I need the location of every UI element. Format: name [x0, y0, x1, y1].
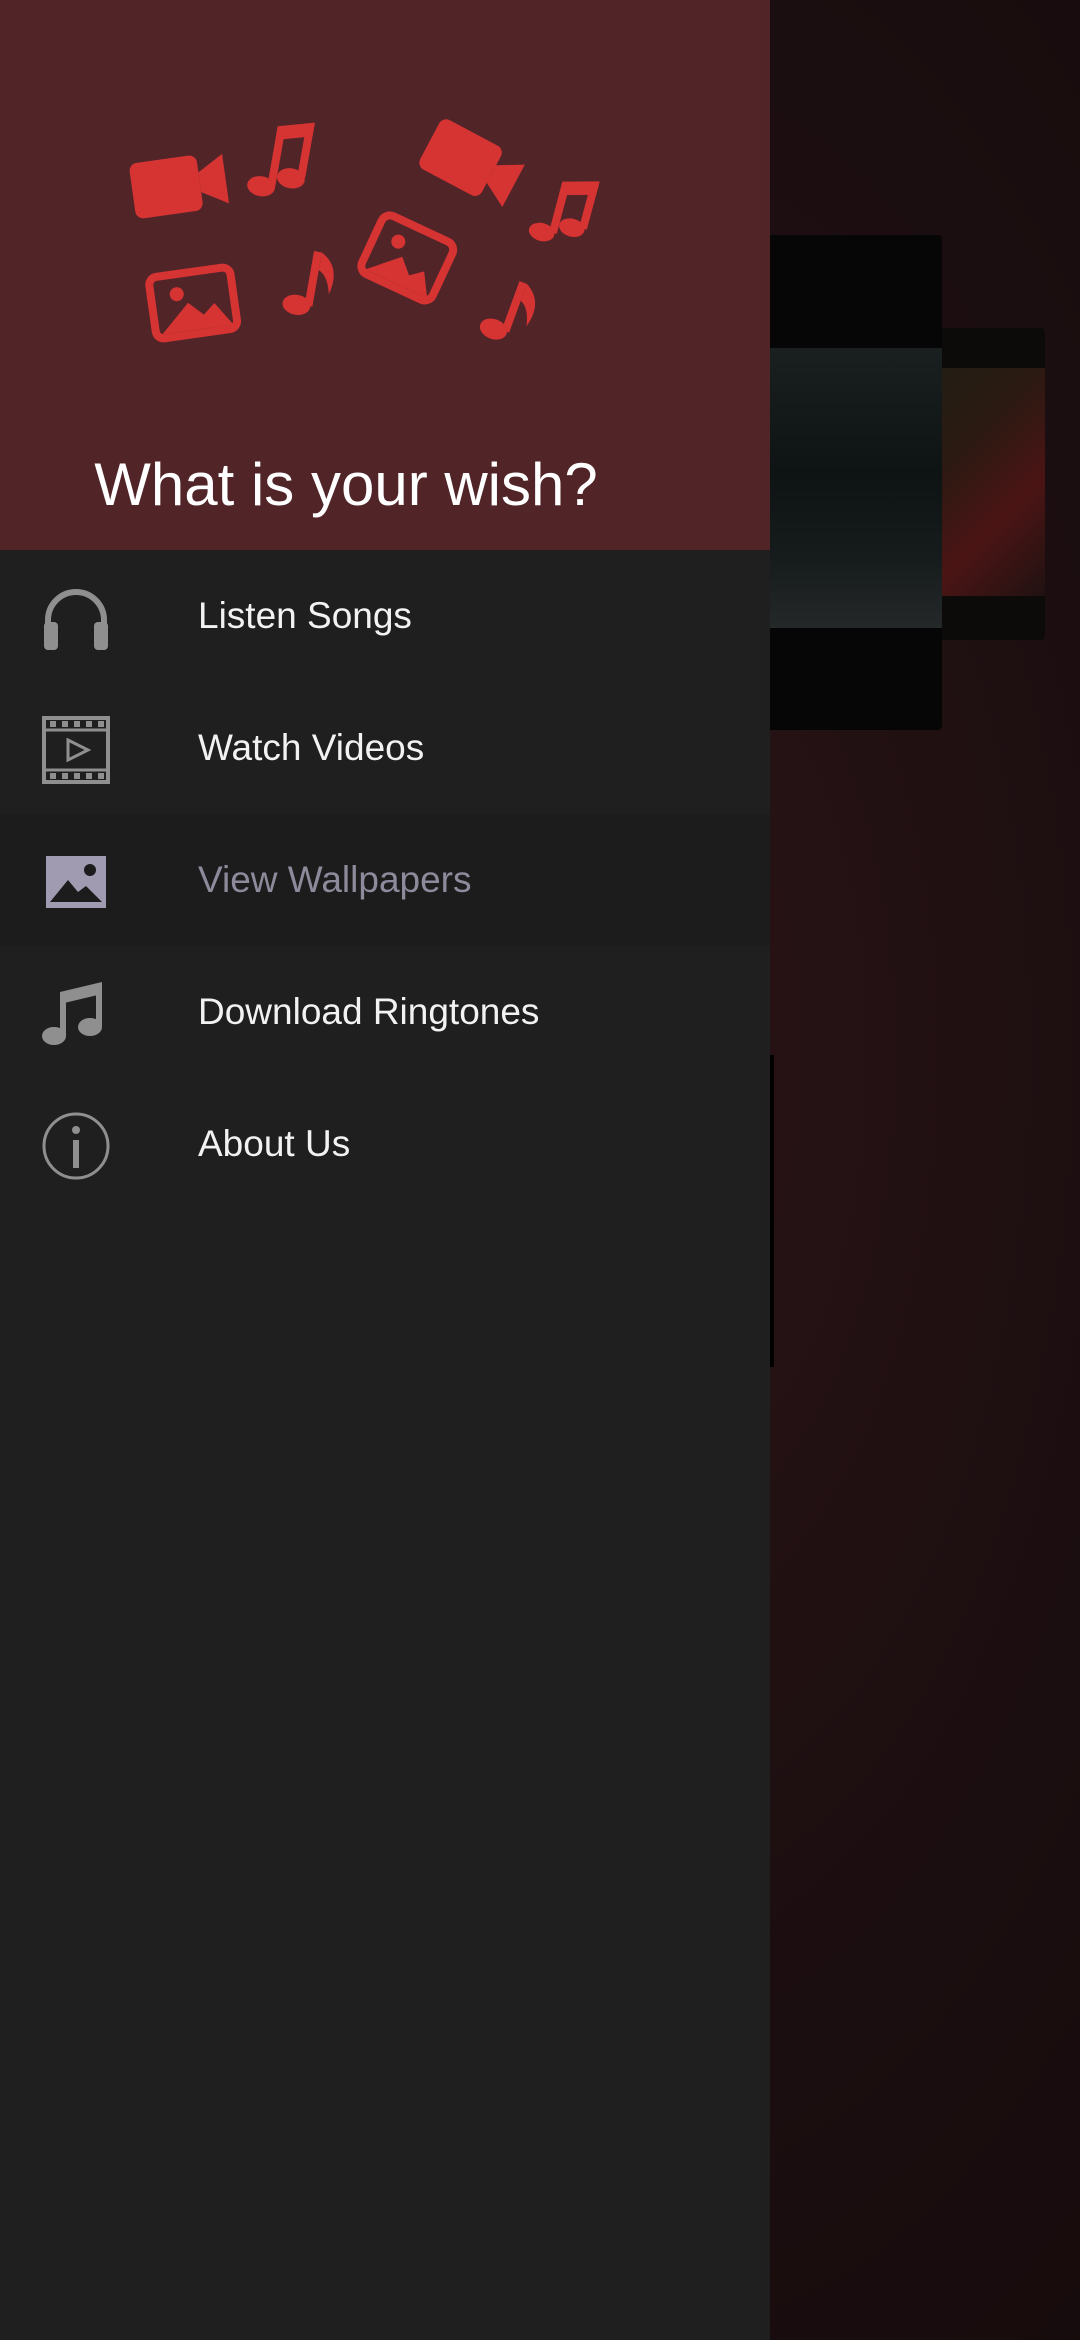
menu-item-label: About Us	[198, 1123, 351, 1164]
drawer-header: What is your wish?	[0, 0, 770, 550]
image-icon	[145, 263, 242, 343]
music-note-icon	[40, 978, 112, 1050]
film-play-icon	[40, 714, 112, 786]
info-icon	[40, 1110, 112, 1182]
background-card	[740, 235, 942, 730]
video-camera-icon	[419, 119, 525, 208]
menu-item-watch-videos[interactable]: Watch Videos	[0, 682, 770, 814]
menu-item-listen-songs[interactable]: Listen Songs	[0, 550, 770, 682]
headphones-icon	[40, 582, 112, 654]
music-note-icon	[479, 281, 536, 340]
video-camera-icon	[129, 153, 230, 219]
navigation-drawer: What is your wish? Listen Songs Watch Vi…	[0, 0, 770, 2340]
header-illustration	[129, 119, 600, 343]
drawer-header-title: What is your wish?	[94, 451, 598, 518]
menu-item-label: Listen Songs	[198, 595, 412, 636]
background-card-image	[740, 348, 942, 628]
menu-item-view-wallpapers[interactable]: View Wallpapers	[0, 814, 770, 946]
menu-item-about-us[interactable]: About Us	[0, 1078, 770, 1210]
screen: s	[0, 0, 1080, 2340]
image-icon	[357, 211, 458, 305]
background-divider	[770, 1055, 774, 1367]
music-note-icon	[282, 251, 334, 315]
music-note-icon	[528, 181, 600, 242]
menu-item-download-ringtones[interactable]: Download Ringtones	[0, 946, 770, 1078]
music-note-icon	[247, 122, 315, 197]
image-icon	[40, 846, 112, 918]
menu-item-label: View Wallpapers	[198, 859, 472, 900]
menu-item-label: Watch Videos	[198, 727, 425, 768]
menu-item-label: Download Ringtones	[198, 991, 540, 1032]
drawer-menu: Listen Songs Watch Videos View Wallpaper…	[0, 550, 770, 1210]
